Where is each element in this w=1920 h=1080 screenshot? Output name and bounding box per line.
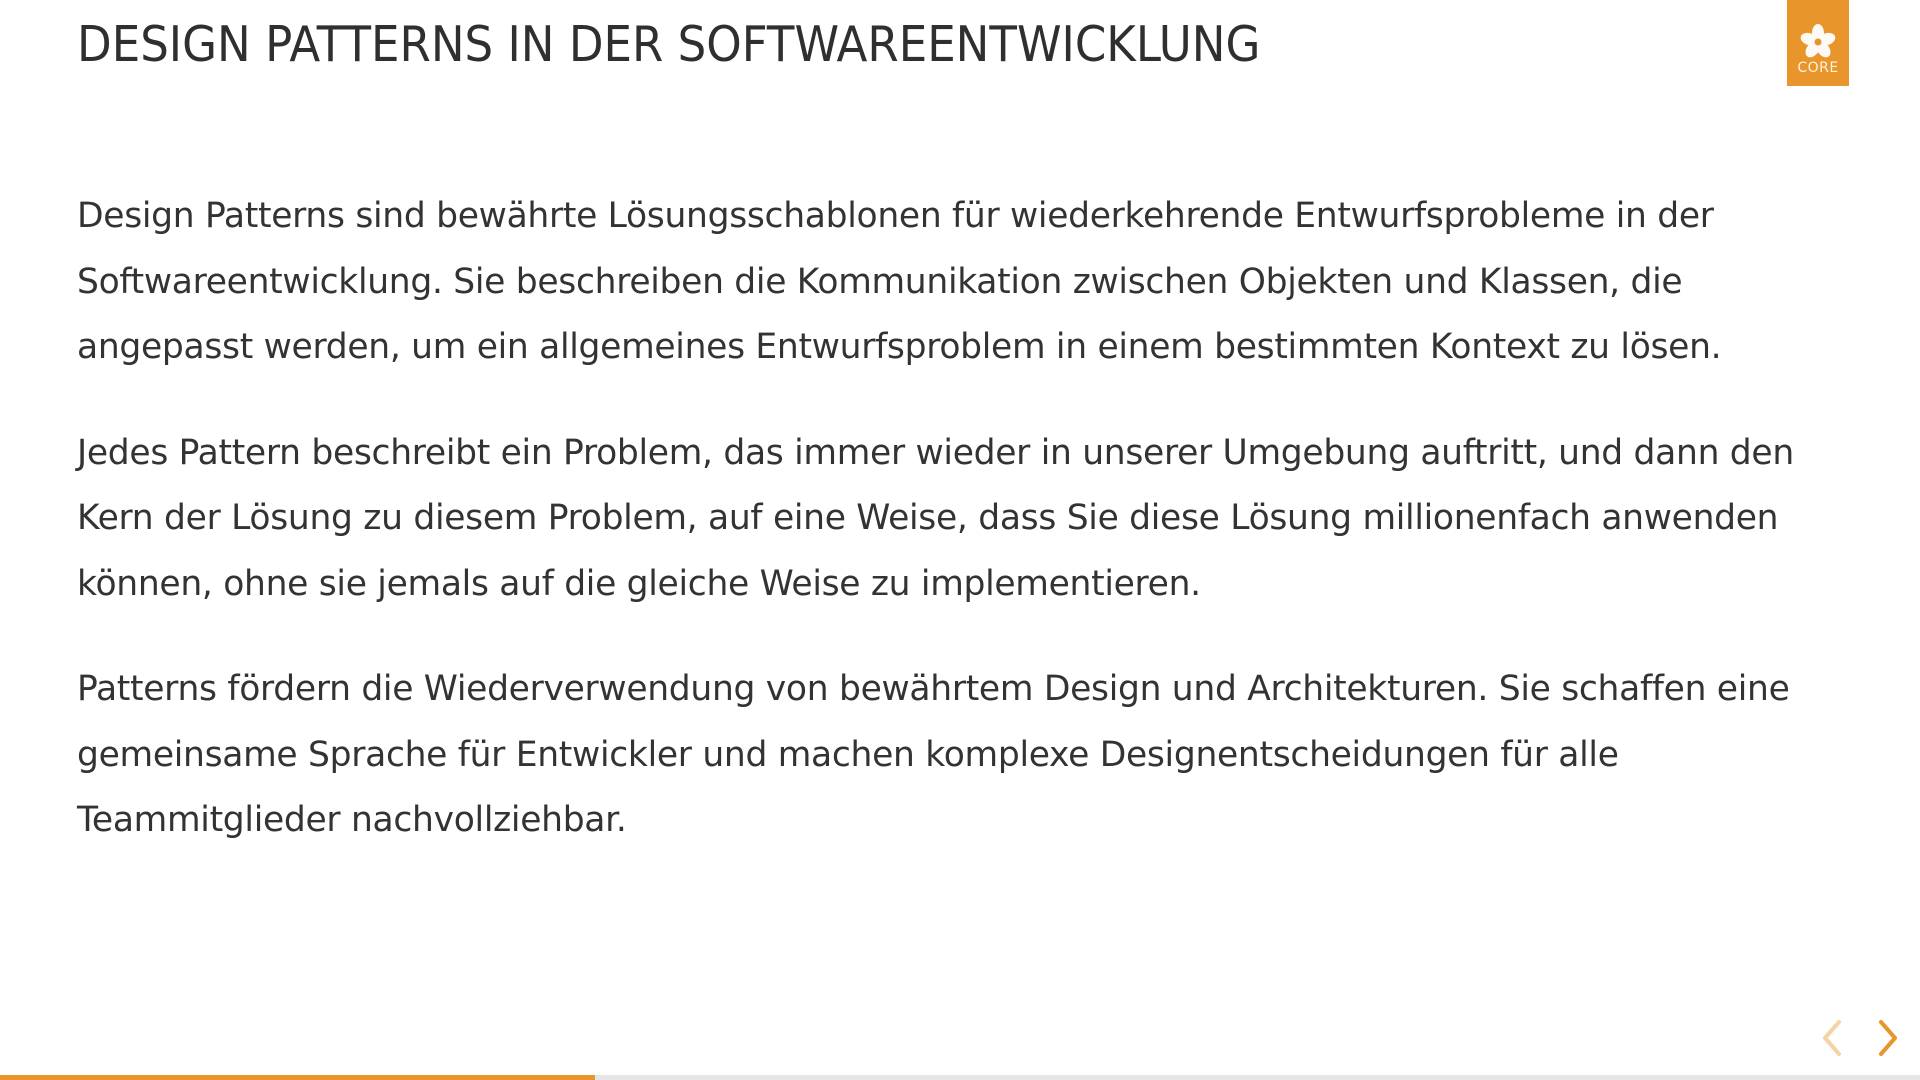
flower-icon bbox=[1800, 24, 1836, 58]
chevron-right-icon bbox=[1879, 1020, 1897, 1056]
progress-bar-fill bbox=[0, 1075, 596, 1080]
progress-bar bbox=[0, 1075, 1920, 1080]
next-slide-button[interactable] bbox=[1868, 1013, 1908, 1063]
paragraph-1-text: Design Patterns sind bewährte Lösungssch… bbox=[77, 196, 1722, 367]
core-logo: CORE bbox=[1787, 0, 1849, 86]
chevron-left-icon bbox=[1823, 1020, 1841, 1056]
paragraph-3: Patterns fördern die Wiederverwendung vo… bbox=[77, 657, 1857, 854]
presentation-slide: DESIGN PATTERNS IN DER SOFTWAREENTWICKLU… bbox=[0, 0, 1920, 1080]
paragraph-3-text: Patterns fördern die Wiederverwendung vo… bbox=[77, 669, 1790, 840]
slide-title: DESIGN PATTERNS IN DER SOFTWAREENTWICKLU… bbox=[77, 16, 1261, 73]
paragraph-2: Jedes Pattern beschreibt ein Problem, da… bbox=[77, 421, 1857, 618]
slide-content: Design Patterns sind bewährte Lösungssch… bbox=[77, 184, 1857, 894]
paragraph-2-text: Jedes Pattern beschreibt ein Problem, da… bbox=[77, 432, 1794, 604]
previous-slide-button[interactable] bbox=[1812, 1013, 1852, 1063]
logo-text: CORE bbox=[1797, 60, 1839, 76]
paragraph-1: Design Patterns sind bewährte Lösungssch… bbox=[77, 184, 1857, 381]
